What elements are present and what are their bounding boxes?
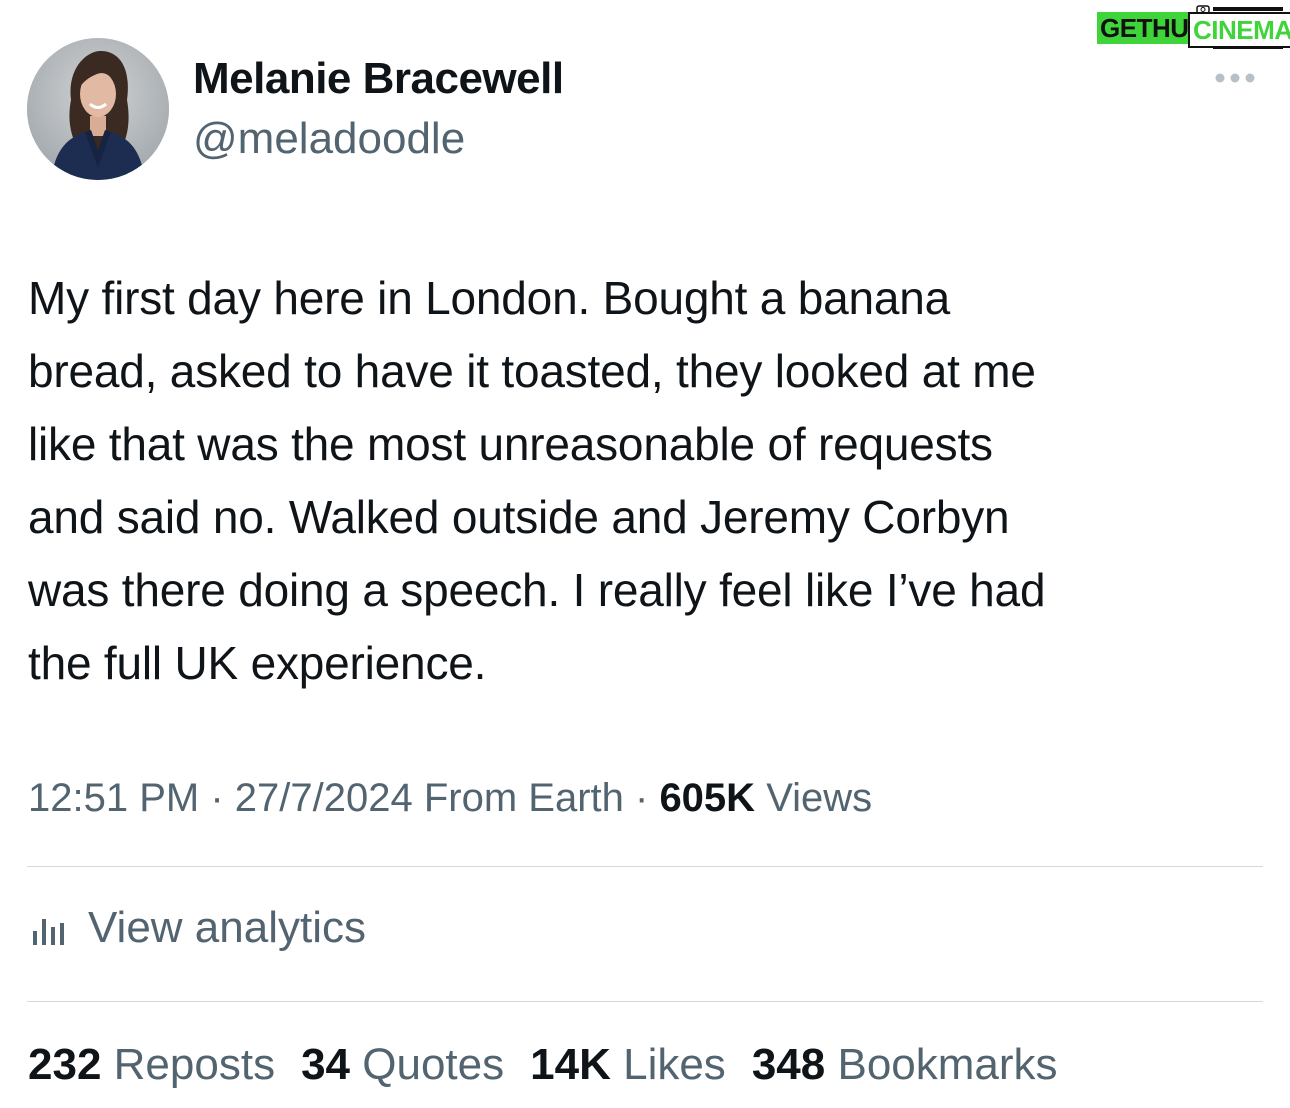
divider: [27, 866, 1263, 867]
bookmarks-label: Bookmarks: [837, 1040, 1058, 1089]
watermark-logo: GETHU CINEMA: [1097, 4, 1290, 52]
quotes-label: Quotes: [362, 1040, 505, 1089]
tweet-text-line: and said no. Walked outside and Jeremy C…: [28, 491, 1010, 543]
views-count: 605K: [659, 776, 756, 820]
tweet-location: From Earth: [423, 776, 624, 820]
engagement-stats: 232 Reposts 34 Quotes 14K Likes 348 Book…: [28, 1040, 1084, 1090]
bar-chart-icon: [33, 919, 64, 945]
display-name[interactable]: Melanie Bracewell: [193, 54, 564, 104]
reposts-stat[interactable]: 232 Reposts: [28, 1040, 275, 1090]
more-options-icon[interactable]: [1210, 66, 1260, 90]
tweet-meta: 12:51 PM · 27/7/2024 From Earth · 605K V…: [28, 776, 872, 821]
likes-count: 14K: [530, 1040, 611, 1089]
watermark-right-text: CINEMA: [1188, 12, 1290, 48]
reposts-label: Reposts: [113, 1040, 276, 1089]
bookmarks-count: 348: [751, 1040, 826, 1089]
tweet-text-line: was there doing a speech. I really feel …: [28, 564, 1046, 616]
watermark-left-text: GETHU: [1097, 12, 1192, 44]
tweet-time[interactable]: 12:51 PM: [28, 776, 199, 820]
quotes-count: 34: [301, 1040, 351, 1089]
quotes-stat[interactable]: 34 Quotes: [301, 1040, 504, 1090]
tweet-text: My first day here in London. Bought a ba…: [28, 262, 1268, 700]
tweet-text-line: bread, asked to have it toasted, they lo…: [28, 345, 1036, 397]
view-analytics-button[interactable]: View analytics: [30, 902, 366, 954]
profile-photo: [27, 38, 169, 180]
likes-label: Likes: [623, 1040, 726, 1089]
reposts-count: 232: [28, 1040, 102, 1089]
divider: [27, 1001, 1263, 1002]
tweet-text-line: My first day here in London. Bought a ba…: [28, 272, 951, 324]
user-handle[interactable]: @meladoodle: [193, 114, 465, 164]
tweet-text-line: like that was the most unreasonable of r…: [28, 418, 993, 470]
meta-separator: ·: [623, 776, 660, 820]
likes-stat[interactable]: 14K Likes: [530, 1040, 726, 1090]
views-label: Views: [766, 776, 873, 820]
bookmarks-stat[interactable]: 348 Bookmarks: [752, 1040, 1058, 1090]
tweet-text-line: the full UK experience.: [28, 637, 487, 689]
view-analytics-label: View analytics: [88, 903, 366, 952]
meta-separator: ·: [199, 776, 235, 820]
tweet-date[interactable]: 27/7/2024: [235, 776, 413, 820]
avatar[interactable]: [27, 38, 169, 180]
